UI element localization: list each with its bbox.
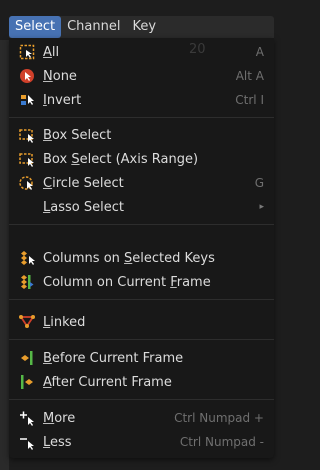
menu-item-label: None [43,68,77,84]
background-panel-strip [0,40,9,470]
select-dropdown-menu: 20 All A None Alt A Invert Ctrl I Box Se… [9,38,274,458]
menu-item-label: Lasso Select [43,199,124,215]
menu-item-label: Invert [43,92,82,108]
shortcut-label: Ctrl Numpad + [174,411,264,425]
menu-item-label: Before Current Frame [43,350,184,366]
menu-item-after-current-frame[interactable]: After Current Frame [9,370,274,394]
shortcut-label: Alt A [235,69,264,83]
shortcut-label: A [255,45,264,59]
shortcut-label: Ctrl I [235,93,264,107]
menu-key[interactable]: Key [126,16,162,38]
menu-item-label: Less [43,434,72,450]
menu-item-label: All [43,44,60,60]
menu-item-columns-on-selected-keys[interactable]: Columns on Selected Keys [9,246,274,270]
linked-icon [19,314,35,330]
before-current-frame-icon [19,350,35,366]
menu-item-invert[interactable]: Invert Ctrl I [9,88,274,112]
menu-item-box-select[interactable]: Box Select [9,123,274,147]
menu-item-lasso-select[interactable]: Lasso Select ▸ [9,195,274,219]
menu-channel[interactable]: Channel [61,16,126,38]
menu-item-label: Linked [43,314,86,330]
columns-selected-keys-icon [19,250,35,266]
menu-item-box-select-axis-range[interactable]: Box Select (Axis Range) [9,147,274,171]
menu-item-circle-select[interactable]: Circle Select G [9,171,274,195]
menu-separator [9,339,274,340]
menu-separator [9,399,274,400]
menu-separator [9,224,274,225]
menu-item-more[interactable]: More Ctrl Numpad + [9,406,274,430]
lasso-select-icon-placeholder [19,199,35,215]
select-all-icon [19,44,35,60]
after-current-frame-icon [19,374,35,390]
circle-select-icon [19,175,35,191]
menu-item-label: After Current Frame [43,374,172,390]
menu-item-none[interactable]: None Alt A [9,64,274,88]
menu-item-less[interactable]: Less Ctrl Numpad - [9,430,274,454]
menu-separator [9,117,274,118]
menu-item-column-on-current-frame[interactable]: Column on Current Frame [9,270,274,294]
select-less-icon [19,434,35,450]
select-more-icon [19,410,35,426]
menu-item-before-current-frame[interactable]: Before Current Frame [9,346,274,370]
menu-item-label: Box Select [43,127,112,143]
menu-item-linked[interactable]: Linked [9,310,274,334]
shortcut-label: G [254,176,264,190]
box-select-icon [19,127,35,143]
menu-item-all[interactable]: All A [9,40,274,64]
menu-item-label: More [43,410,76,426]
menu-select[interactable]: Select [9,16,62,38]
menu-separator [9,299,274,300]
menu-item-label: Circle Select [43,175,124,191]
submenu-arrow-icon: ▸ [259,202,264,212]
invert-selection-icon [19,92,35,108]
select-none-icon [19,68,35,84]
box-select-icon [19,151,35,167]
menu-item-label: Column on Current Frame [43,274,211,290]
menu-bar: Select Channel Key [9,16,274,38]
menu-item-label: Box Select (Axis Range) [43,151,199,167]
shortcut-label: Ctrl Numpad - [179,435,264,449]
menu-item-label: Columns on Selected Keys [43,250,215,266]
column-current-frame-icon [19,274,35,290]
